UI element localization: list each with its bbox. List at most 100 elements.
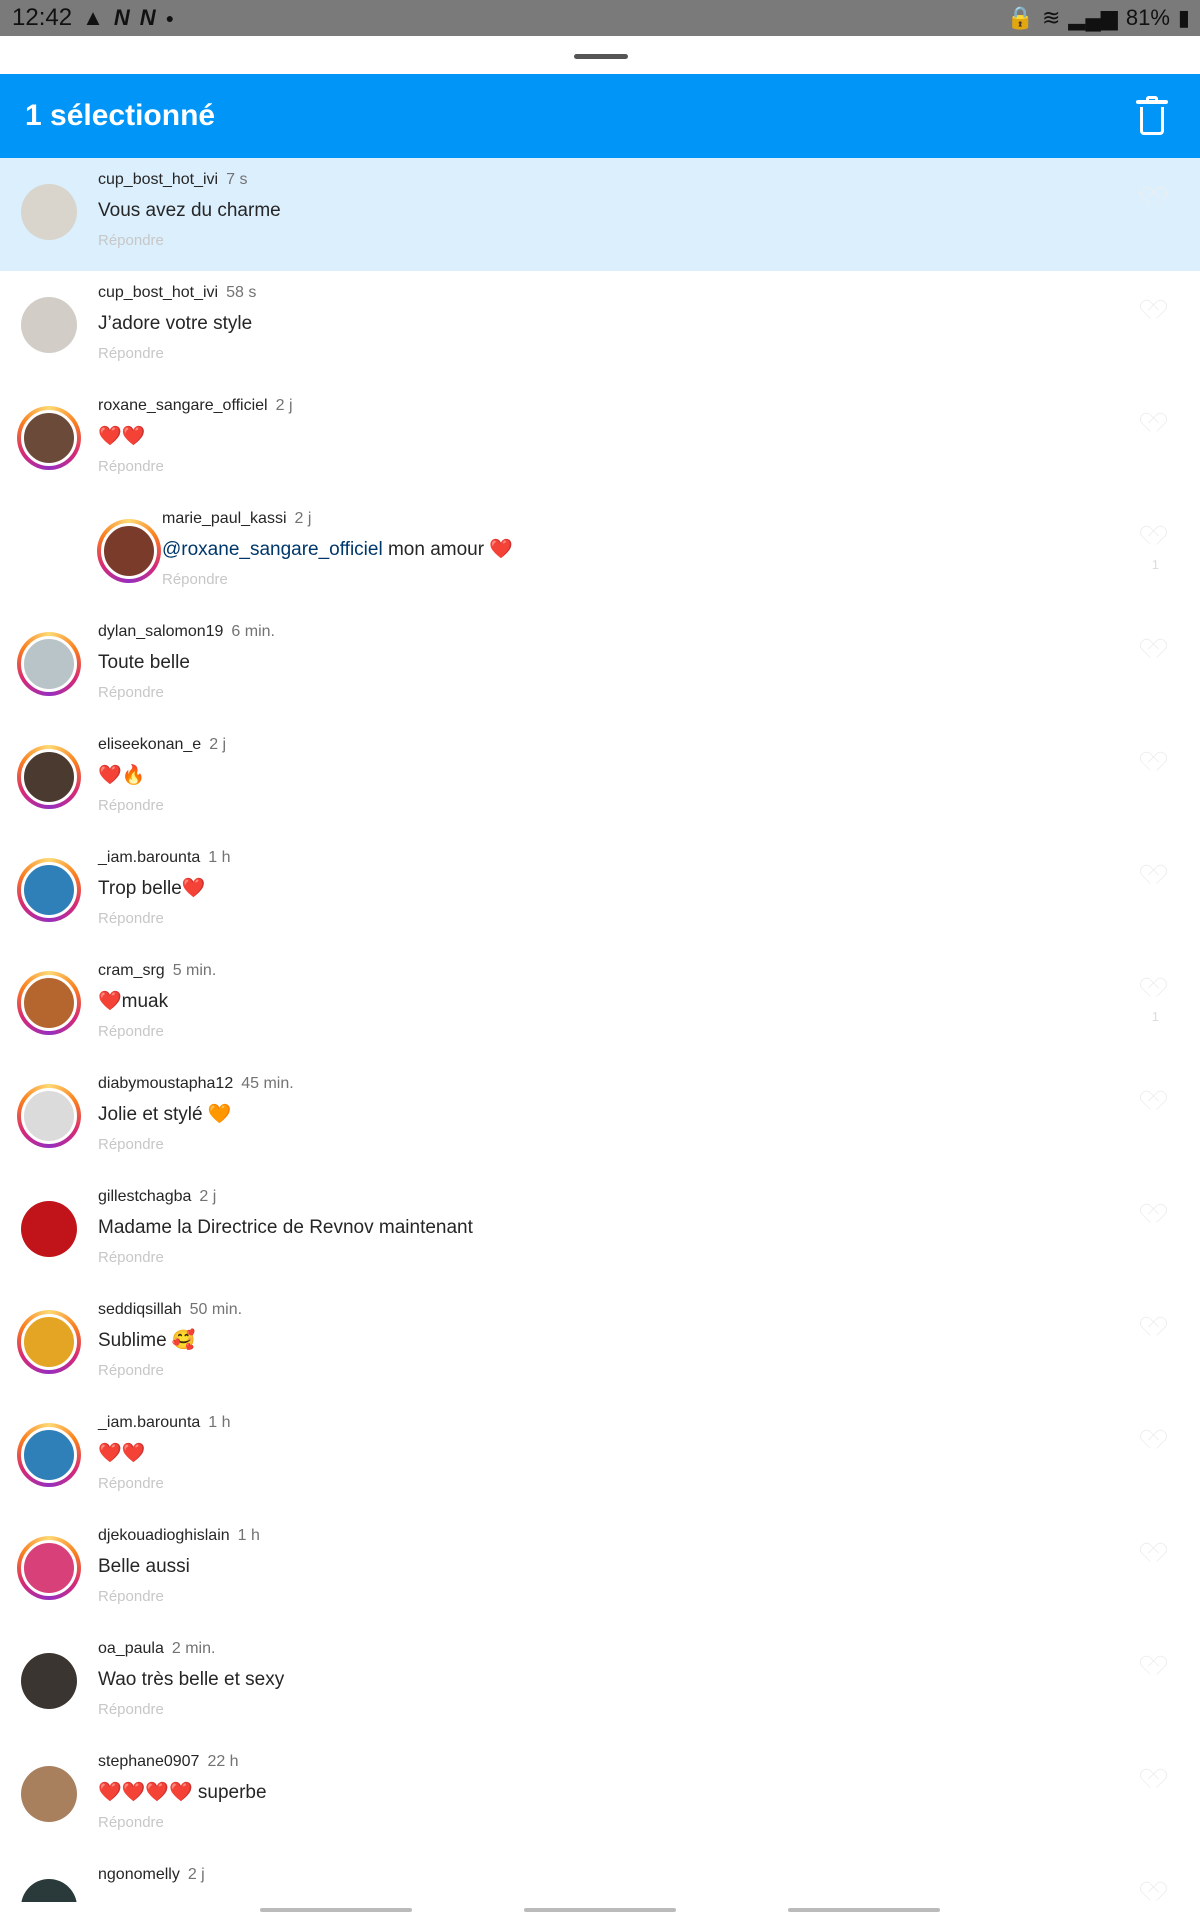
signal-icon: ▂▄▆ (1068, 5, 1118, 30)
avatar-image (21, 1201, 77, 1257)
like-heart-icon[interactable] (1144, 1544, 1166, 1564)
avatar[interactable] (17, 1310, 81, 1374)
comment-row[interactable]: gillestchagba 2 j Madame la Directrice de … (0, 1175, 1200, 1288)
like-heart-icon[interactable] (1144, 1205, 1166, 1225)
comment-row[interactable]: dylan_salomon19 6 min. Toute belle Répondre (0, 610, 1200, 723)
like-heart-icon[interactable] (1144, 414, 1166, 434)
avatar[interactable] (17, 293, 81, 357)
avatar[interactable] (17, 745, 81, 809)
comment-meta: dylan_salomon19 6 min. (98, 622, 275, 642)
comment-time: 2 j (187, 1866, 205, 1883)
like-heart-icon[interactable] (1144, 1883, 1166, 1903)
comment-body: marie_paul_kassi 2 j @roxane_sangare_offic… (162, 509, 513, 589)
comment-body: ngonomelly 2 j (98, 1865, 205, 1885)
comment-time: 22 h (207, 1753, 239, 1770)
like-heart-icon[interactable] (1144, 1657, 1166, 1677)
reply-button[interactable]: Répondre (162, 571, 513, 589)
comment-body: seddiqsillah 50 min. Sublime 🥰 Répondre (98, 1300, 242, 1380)
reply-button[interactable]: Répondre (98, 1588, 260, 1606)
like-heart-icon[interactable] (1144, 640, 1166, 660)
comment-row[interactable]: roxane_sangare_officiel 2 j ❤️❤️ Répondre (0, 384, 1200, 497)
nav-handle[interactable] (788, 1908, 940, 1912)
like-heart-icon[interactable] (1144, 753, 1166, 773)
sheet-grabber[interactable] (574, 54, 628, 59)
reply-button[interactable]: Répondre (98, 1701, 284, 1719)
comment-row[interactable]: oa_paula 2 min. Wao très belle et sexy Répo… (0, 1627, 1200, 1740)
trash-icon[interactable] (1134, 96, 1170, 136)
comment-meta: _iam.barounta 1 h (98, 1413, 231, 1433)
like-heart-icon[interactable] (1144, 1092, 1166, 1112)
avatar[interactable] (17, 1423, 81, 1487)
comment-username[interactable]: roxane_sangare_officiel (98, 397, 268, 414)
comment-username[interactable]: djekouadioghislain (98, 1527, 230, 1544)
comment-username[interactable]: cup_bost_hot_ivi (98, 284, 218, 301)
avatar[interactable] (17, 1649, 81, 1713)
comment-username[interactable]: _iam.barounta (98, 849, 200, 866)
comment-username[interactable]: diabymoustapha12 (98, 1075, 233, 1092)
avatar[interactable] (17, 971, 81, 1035)
avatar[interactable] (17, 632, 81, 696)
reply-button[interactable]: Répondre (98, 1475, 231, 1493)
comment-meta: cup_bost_hot_ivi 58 s (98, 283, 256, 303)
reply-button[interactable]: Répondre (98, 458, 293, 476)
avatar[interactable] (17, 1197, 81, 1261)
comment-row[interactable]: cram_srg 5 min. ❤️muak Répondre 1 (0, 949, 1200, 1062)
reply-button[interactable]: Répondre (98, 1362, 242, 1380)
reply-button[interactable]: Répondre (98, 1249, 473, 1267)
reply-button[interactable]: Répondre (98, 1136, 294, 1154)
nav-handle[interactable] (260, 1908, 412, 1912)
like-heart-icon[interactable] (1144, 1318, 1166, 1338)
comment-username[interactable]: _iam.barounta (98, 1414, 200, 1431)
comment-row[interactable]: cup_bost_hot_ivi 7 s Vous avez du charme Ré… (0, 158, 1200, 271)
like-heart-icon[interactable] (1144, 301, 1166, 321)
status-right: 🔒 ≋ ▂▄▆ 81% ▮ (1007, 5, 1190, 31)
comment-username[interactable]: oa_paula (98, 1640, 164, 1657)
comment-row[interactable]: djekouadioghislain 1 h Belle aussi Répondre (0, 1514, 1200, 1627)
like-heart-icon[interactable] (1144, 527, 1166, 547)
comment-row[interactable]: _iam.barounta 1 h ❤️❤️ Répondre (0, 1401, 1200, 1514)
reply-button[interactable]: Répondre (98, 910, 231, 928)
comment-username[interactable]: cram_srg (98, 962, 165, 979)
avatar[interactable] (17, 406, 81, 470)
like-heart-icon[interactable] (1144, 866, 1166, 886)
comment-row[interactable]: _iam.barounta 1 h Trop belle❤️ Répondre (0, 836, 1200, 949)
comment-username[interactable]: marie_paul_kassi (162, 510, 287, 527)
comment-row[interactable]: cup_bost_hot_ivi 58 s J’adore votre style R… (0, 271, 1200, 384)
avatar[interactable] (17, 1762, 81, 1826)
comment-mention[interactable]: @roxane_sangare_officiel (162, 539, 383, 560)
avatar[interactable] (97, 519, 161, 583)
comment-body: _iam.barounta 1 h ❤️❤️ Répondre (98, 1413, 231, 1493)
avatar-image (21, 1766, 77, 1822)
comment-row[interactable]: stephane0907 22 h ❤️❤️❤️❤️ superbe Répondre (0, 1740, 1200, 1853)
comment-text-content: mon amour ❤️ (382, 539, 514, 560)
comment-body: _iam.barounta 1 h Trop belle❤️ Répondre (98, 848, 231, 928)
comment-username[interactable]: gillestchagba (98, 1188, 191, 1205)
comment-row[interactable]: marie_paul_kassi 2 j @roxane_sangare_offic… (0, 497, 1200, 610)
comment-row[interactable]: diabymoustapha12 45 min. Jolie et stylé 🧡 R… (0, 1062, 1200, 1175)
nav-handle[interactable] (524, 1908, 676, 1912)
like-heart-icon[interactable] (1144, 1770, 1166, 1790)
like-heart-icon[interactable] (1144, 188, 1166, 208)
reply-button[interactable]: Répondre (98, 345, 256, 363)
reply-button[interactable]: Répondre (98, 797, 226, 815)
avatar[interactable] (17, 180, 81, 244)
comment-row[interactable]: eliseekonan_e 2 j ❤️🔥 Répondre (0, 723, 1200, 836)
comment-row[interactable]: seddiqsillah 50 min. Sublime 🥰 Répondre (0, 1288, 1200, 1401)
reply-button[interactable]: Répondre (98, 232, 281, 250)
avatar[interactable] (17, 1536, 81, 1600)
like-heart-icon[interactable] (1144, 1431, 1166, 1451)
reply-button[interactable]: Répondre (98, 1023, 216, 1041)
avatar[interactable] (17, 858, 81, 922)
avatar[interactable] (17, 1084, 81, 1148)
comment-username[interactable]: stephane0907 (98, 1753, 199, 1770)
reply-button[interactable]: Répondre (98, 684, 275, 702)
comment-username[interactable]: seddiqsillah (98, 1301, 182, 1318)
comment-username[interactable]: dylan_salomon19 (98, 623, 223, 640)
reply-button[interactable]: Répondre (98, 1814, 267, 1832)
comment-username[interactable]: ngonomelly (98, 1866, 180, 1883)
comment-username[interactable]: cup_bost_hot_ivi (98, 171, 218, 188)
like-heart-icon[interactable] (1144, 979, 1166, 999)
comment-username[interactable]: eliseekonan_e (98, 736, 201, 753)
comment-text-content: ❤️❤️❤️❤️ superbe (98, 1782, 267, 1803)
status-time: 12:42 (12, 4, 73, 31)
